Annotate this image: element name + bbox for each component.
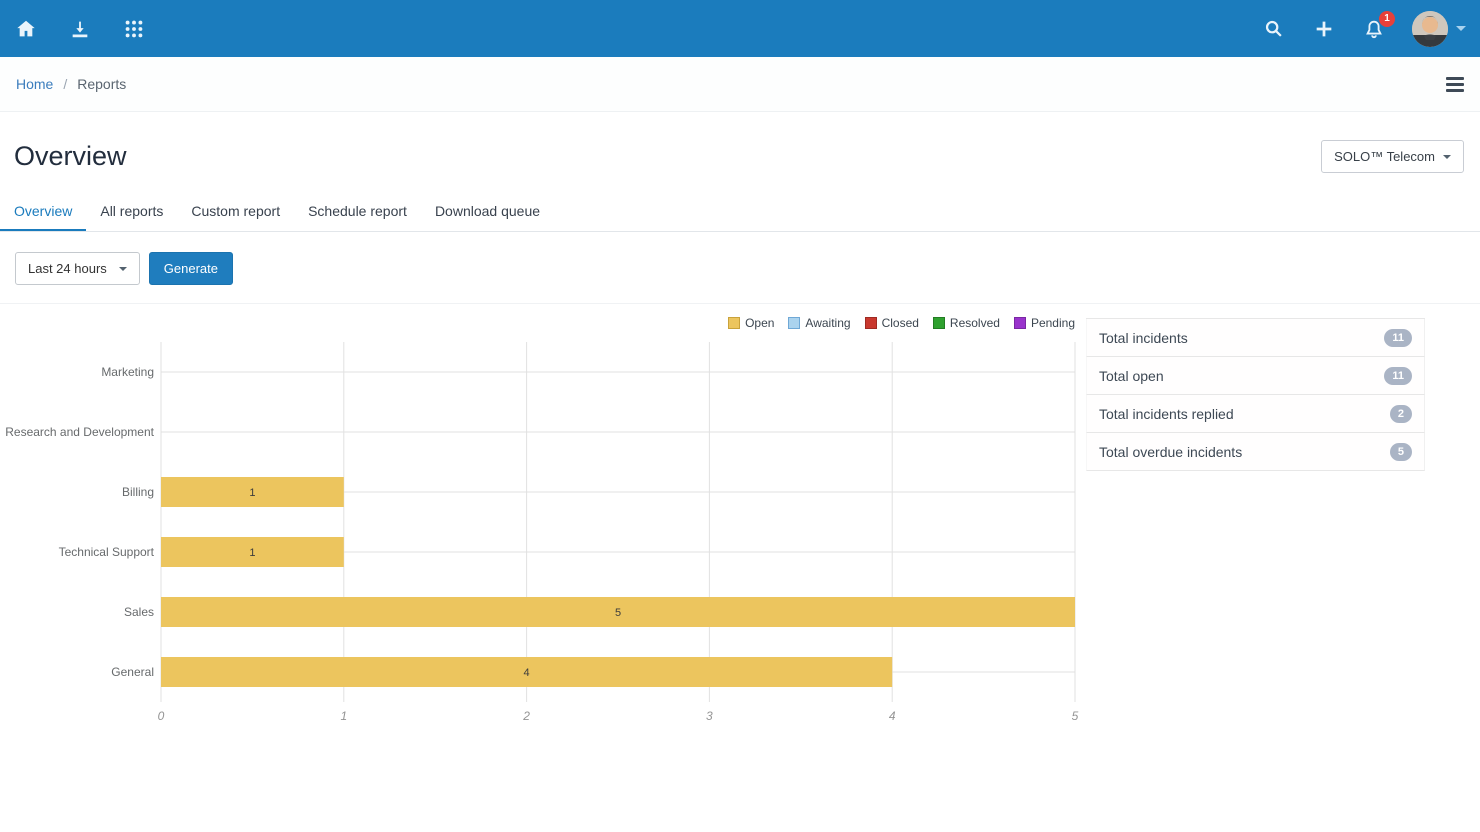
summary-count-badge: 2 (1390, 405, 1412, 423)
legend-item-awaiting[interactable]: Awaiting (788, 316, 850, 330)
legend-item-resolved[interactable]: Resolved (933, 316, 1000, 330)
date-range-value: Last 24 hours (28, 261, 107, 276)
summary-label: Total incidents (1099, 330, 1188, 346)
tab-all-reports[interactable]: All reports (86, 195, 177, 231)
summary-count-badge: 5 (1390, 443, 1412, 461)
legend-item-pending[interactable]: Pending (1014, 316, 1075, 330)
caret-down-icon (1456, 26, 1466, 31)
svg-text:3: 3 (706, 709, 713, 723)
tab-schedule-report[interactable]: Schedule report (294, 195, 421, 231)
caret-down-icon (1443, 155, 1451, 159)
svg-text:0: 0 (158, 709, 165, 723)
svg-text:5: 5 (615, 607, 621, 619)
tab-overview[interactable]: Overview (0, 195, 86, 231)
legend-swatch-icon (865, 317, 877, 329)
breadcrumb-current: Reports (77, 76, 126, 92)
summary-row: Total incidents replied 2 (1086, 395, 1425, 433)
avatar[interactable] (1412, 11, 1448, 47)
svg-text:1: 1 (249, 487, 255, 499)
summary-count-badge: 11 (1384, 367, 1412, 385)
search-icon[interactable] (1262, 17, 1286, 41)
legend-label: Resolved (950, 316, 1000, 330)
breadcrumb-home-link[interactable]: Home (16, 76, 53, 92)
summary-label: Total incidents replied (1099, 406, 1234, 422)
legend-label: Closed (882, 316, 919, 330)
home-icon[interactable] (14, 17, 38, 41)
generate-button[interactable]: Generate (149, 252, 233, 285)
tab-custom-report[interactable]: Custom report (177, 195, 294, 231)
scope-dropdown-button[interactable]: SOLO™ Telecom (1321, 140, 1464, 173)
date-range-select[interactable]: Last 24 hours (15, 252, 140, 285)
svg-text:General: General (111, 665, 154, 679)
svg-text:1: 1 (249, 547, 255, 559)
summary-row: Total incidents 11 (1086, 319, 1425, 357)
svg-text:5: 5 (1072, 709, 1079, 723)
bell-icon[interactable]: 1 (1362, 17, 1386, 41)
notification-badge: 1 (1379, 11, 1395, 27)
tab-download-queue[interactable]: Download queue (421, 195, 554, 231)
menu-toggle-icon[interactable] (1446, 77, 1464, 92)
legend-swatch-icon (788, 317, 800, 329)
chart-legend: Open Awaiting Closed Resolved Pending (728, 316, 1075, 330)
summary-count-badge: 11 (1384, 329, 1412, 347)
user-menu[interactable] (1412, 11, 1466, 47)
svg-text:2: 2 (522, 709, 530, 723)
top-navbar: 1 (0, 0, 1480, 57)
svg-text:Marketing: Marketing (101, 365, 154, 379)
plus-icon[interactable] (1312, 17, 1336, 41)
report-tabs: OverviewAll reportsCustom reportSchedule… (0, 195, 1480, 232)
legend-label: Awaiting (805, 316, 850, 330)
apps-grid-icon[interactable] (122, 17, 146, 41)
scope-dropdown-label: SOLO™ Telecom (1334, 149, 1435, 164)
breadcrumb: Home / Reports (16, 76, 126, 92)
breadcrumb-bar: Home / Reports (0, 57, 1480, 112)
summary-row: Total overdue incidents 5 (1086, 433, 1425, 471)
summary-row: Total open 11 (1086, 357, 1425, 395)
svg-text:Research and Development: Research and Development (5, 425, 154, 439)
svg-text:Sales: Sales (124, 605, 154, 619)
legend-label: Pending (1031, 316, 1075, 330)
svg-text:Technical Support: Technical Support (59, 545, 155, 559)
legend-swatch-icon (1014, 317, 1026, 329)
caret-down-icon (119, 267, 127, 271)
svg-text:4: 4 (524, 667, 530, 679)
download-icon[interactable] (68, 17, 92, 41)
svg-text:Billing: Billing (122, 485, 154, 499)
incidents-bar-chart: Open Awaiting Closed Resolved Pending 0 1 2 3 4 5… (0, 312, 1100, 736)
page-title: Overview (14, 141, 127, 172)
legend-item-open[interactable]: Open (728, 316, 774, 330)
legend-swatch-icon (933, 317, 945, 329)
legend-item-closed[interactable]: Closed (865, 316, 919, 330)
svg-text:1: 1 (340, 709, 347, 723)
breadcrumb-separator: / (63, 76, 67, 92)
legend-swatch-icon (728, 317, 740, 329)
summary-panel: Total incidents11Total open11Total incid… (1086, 318, 1425, 736)
svg-text:4: 4 (889, 709, 896, 723)
summary-label: Total overdue incidents (1099, 444, 1242, 460)
legend-label: Open (745, 316, 774, 330)
summary-label: Total open (1099, 368, 1164, 384)
chart-canvas: 0 1 2 3 4 5 Marketing Research and Development B… (0, 336, 1100, 736)
